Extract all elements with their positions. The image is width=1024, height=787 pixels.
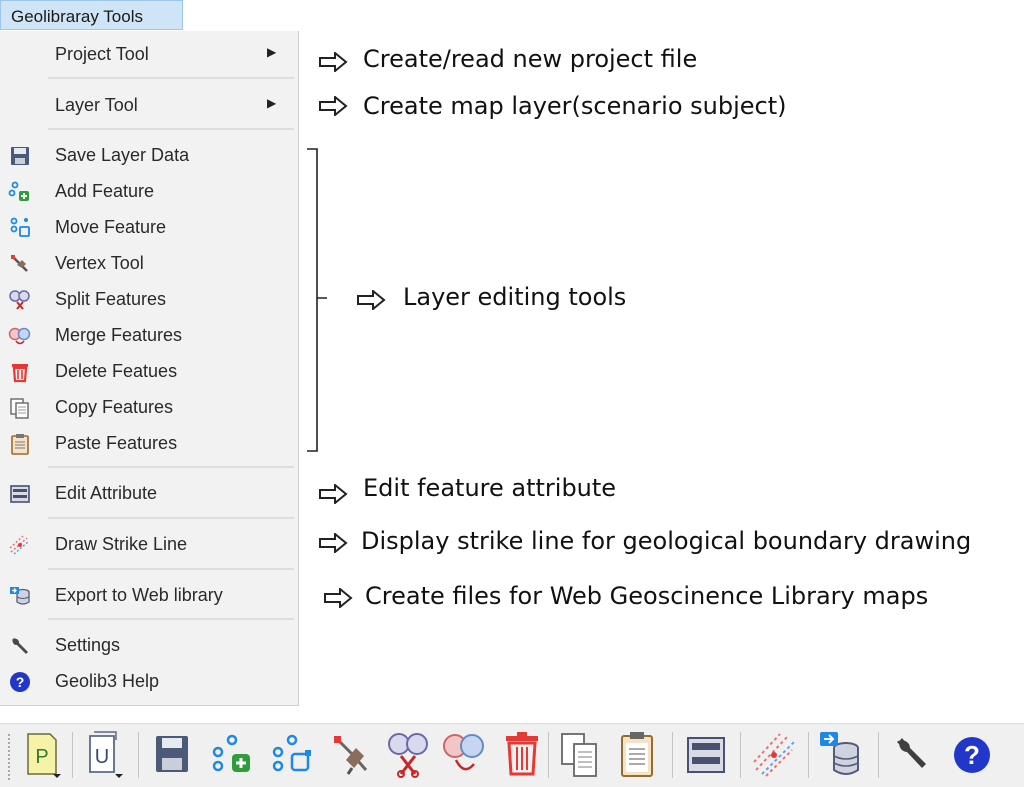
svg-text:?: ?: [16, 674, 25, 690]
menu-item-geolib3-help[interactable]: ? Geolib3 Help: [0, 665, 298, 699]
split-features-icon: [9, 290, 30, 310]
right-arrow-icon: [319, 484, 348, 504]
help-icon: ?: [10, 672, 30, 692]
menu-item-label: Add Feature: [55, 181, 155, 201]
delete-icon[interactable]: [500, 730, 544, 780]
menu-title-label: Geolibraray Tools: [11, 7, 143, 26]
menu-title[interactable]: Geolibraray Tools: [0, 0, 183, 30]
project-letter: P: [35, 746, 48, 768]
menu-item-merge-features[interactable]: Merge Features: [0, 319, 298, 353]
menu-item-export-web-library[interactable]: Export to Web library: [0, 579, 298, 613]
merge-features-icon: [8, 327, 31, 345]
menu-item-label: Edit Attribute: [55, 483, 158, 503]
menu-item-move-feature[interactable]: Move Feature: [0, 211, 298, 245]
right-arrow-icon: [324, 588, 353, 608]
delete-icon: [12, 364, 28, 383]
menu-item-edit-attribute[interactable]: Edit Attribute: [0, 477, 298, 511]
menu-separator: [48, 128, 294, 130]
menu-separator: [48, 568, 294, 570]
menu-item-label: Project Tool: [55, 44, 149, 64]
menu-item-label: Export to Web library: [55, 585, 223, 605]
settings-wrench-icon: [12, 638, 28, 654]
menu-separator: [48, 466, 294, 468]
save-icon[interactable]: [150, 730, 194, 780]
toolbar-separator: [740, 732, 741, 778]
export-web-icon[interactable]: [818, 730, 862, 780]
toolbar-separator: [138, 732, 139, 778]
geolibrary-toolbar: P U ?: [0, 723, 1024, 787]
help-glyph: ?: [964, 740, 980, 770]
menu-item-paste-features[interactable]: Paste Features: [0, 427, 298, 461]
menu-item-settings[interactable]: Settings: [0, 629, 298, 663]
vertex-tool-icon: [11, 255, 28, 272]
menu-item-draw-strike-line[interactable]: Draw Strike Line: [0, 528, 298, 562]
annotation-export: Create files for Web Geoscinence Library…: [365, 582, 929, 610]
edit-attribute-icon[interactable]: [684, 730, 728, 780]
menu-item-label: Delete Featues: [55, 361, 178, 381]
toolbar-separator: [72, 732, 73, 778]
toolbar-separator: [808, 732, 809, 778]
annotation-strike: Display strike line for geological bound…: [361, 527, 972, 555]
menu-item-delete-features[interactable]: Delete Featues: [0, 355, 298, 389]
right-arrow-icon: [357, 290, 386, 310]
annotation-layer: Create map layer(scenario subject): [363, 92, 787, 120]
menu-item-copy-features[interactable]: Copy Features: [0, 391, 298, 425]
paste-icon: [11, 434, 29, 455]
project-tool-icon[interactable]: P: [20, 730, 64, 780]
menu-item-label: Vertex Tool: [55, 253, 144, 273]
menu-item-label: Save Layer Data: [55, 145, 190, 165]
editing-tools-bracket: [307, 148, 327, 452]
strike-line-icon: [9, 535, 30, 555]
menu-item-add-feature[interactable]: Add Feature: [0, 175, 298, 209]
menu-item-label: Move Feature: [55, 217, 167, 237]
split-features-icon[interactable]: [386, 730, 430, 780]
menu-item-label: Geolib3 Help: [55, 671, 160, 691]
menu-item-label: Paste Features: [55, 433, 178, 453]
toolbar-separator: [878, 732, 879, 778]
move-feature-icon: [10, 217, 30, 237]
toolbar-separator: [548, 732, 549, 778]
menu-item-label: Draw Strike Line: [55, 534, 188, 554]
help-icon[interactable]: ?: [950, 730, 994, 780]
edit-attribute-icon: [10, 485, 30, 503]
move-feature-icon[interactable]: [270, 730, 314, 780]
menu-item-split-features[interactable]: Split Features: [0, 283, 298, 317]
copy-icon: [10, 398, 29, 419]
geolibrary-tools-menu: Project Tool ▶ Layer Tool ▶ Save Layer D…: [0, 31, 299, 706]
layer-tool-icon[interactable]: U: [82, 730, 126, 780]
toolbar-separator: [672, 732, 673, 778]
menu-item-label: Split Features: [55, 289, 167, 309]
settings-wrench-icon[interactable]: [890, 730, 934, 780]
copy-icon[interactable]: [558, 730, 602, 780]
submenu-arrow-icon: ▶: [267, 45, 277, 59]
menu-item-label: Settings: [55, 635, 121, 655]
right-arrow-icon: [319, 52, 348, 72]
menu-item-vertex-tool[interactable]: Vertex Tool: [0, 247, 298, 281]
strike-line-icon[interactable]: [752, 730, 796, 780]
toolbar-grip[interactable]: [8, 734, 14, 780]
paste-icon[interactable]: [616, 730, 660, 780]
export-web-icon: [10, 587, 30, 605]
menu-item-label: Merge Features: [55, 325, 183, 345]
layer-letter: U: [95, 746, 109, 768]
annotation-editing: Layer editing tools: [403, 283, 627, 311]
right-arrow-icon: [319, 533, 348, 553]
menu-separator: [48, 77, 294, 79]
menu-item-label: Layer Tool: [55, 95, 138, 115]
add-feature-icon[interactable]: [210, 730, 254, 780]
menu-item-layer-tool[interactable]: Layer Tool ▶: [0, 89, 298, 123]
menu-separator: [48, 517, 294, 519]
menu-item-save-layer-data[interactable]: Save Layer Data: [0, 139, 298, 173]
menu-item-label: Copy Features: [55, 397, 174, 417]
menu-separator: [48, 618, 294, 620]
save-icon: [11, 147, 29, 165]
add-feature-icon: [8, 181, 29, 201]
annotation-attribute: Edit feature attribute: [363, 474, 617, 502]
right-arrow-icon: [319, 96, 348, 116]
menu-item-project-tool[interactable]: Project Tool ▶: [0, 38, 298, 72]
merge-features-icon[interactable]: [442, 730, 486, 780]
submenu-arrow-icon: ▶: [267, 96, 277, 110]
annotation-project: Create/read new project file: [363, 45, 698, 73]
vertex-tool-icon[interactable]: [330, 730, 374, 780]
